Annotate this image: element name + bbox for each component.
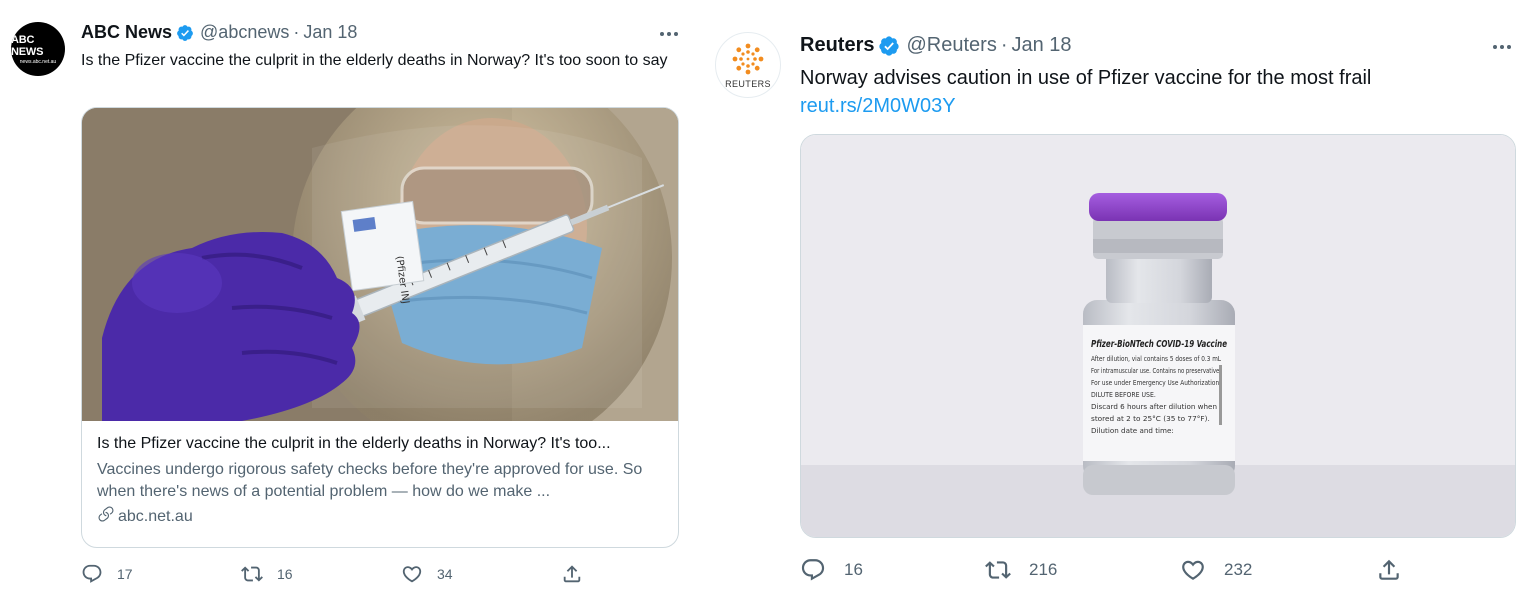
vial-label-title: Pfizer-BioNTech COVID-19 Vaccine	[1091, 339, 1227, 350]
retweet-button[interactable]: 216	[985, 557, 1057, 583]
vial-label-line: For intramuscular use. Contains no prese…	[1091, 367, 1221, 375]
reuters-dots-icon	[732, 43, 764, 74]
vial-label-line: After dilution, vial contains 5 doses of…	[1091, 355, 1221, 363]
tweet-date[interactable]: Jan 18	[1012, 34, 1072, 57]
tweet-abc-news[interactable]: ABC NEWS news.abc.net.au ABC News @abcne…	[0, 0, 690, 600]
tweet-reuters[interactable]: REUTERS Reuters @Reuters · Jan 18 Norway…	[700, 18, 1536, 600]
vial-label-line: For use under Emergency Use Authorizatio…	[1091, 379, 1221, 387]
more-icon[interactable]	[660, 32, 678, 36]
share-button[interactable]	[561, 563, 583, 585]
tweet-link[interactable]: reut.rs/2M0W03Y	[800, 92, 1500, 120]
separator: ·	[293, 22, 300, 42]
verified-badge-icon	[176, 24, 194, 42]
verified-badge-icon	[878, 35, 900, 57]
retweet-icon	[241, 563, 263, 585]
vial-label-line: DILUTE BEFORE USE.	[1091, 391, 1156, 399]
card-title: Is the Pfizer vaccine the culprit in the…	[97, 435, 611, 452]
reply-button[interactable]: 16	[800, 557, 863, 583]
separator: ·	[1000, 34, 1008, 56]
tweet-header: ABC News @abcnews · Jan 18	[81, 22, 357, 43]
card-description: Vaccines undergo rigorous safety checks …	[97, 461, 643, 500]
retweet-button[interactable]: 16	[241, 563, 293, 585]
logo-text: ABC NEWS	[11, 33, 44, 58]
reply-count: 16	[844, 560, 863, 579]
link-icon	[97, 505, 115, 528]
vial-label-line: Dilution date and time:	[1091, 427, 1174, 435]
vaccine-vial-image: Pfizer-BioNTech COVID-19 Vaccine After d…	[801, 135, 1515, 537]
like-icon	[401, 563, 423, 585]
vial-label-line: stored at 2 to 25°C (35 to 77°F).	[1091, 415, 1210, 423]
tweet-date[interactable]: Jan 18	[303, 22, 357, 43]
tweet-text: Norway advises caution in use of Pfizer …	[800, 67, 1372, 89]
avatar[interactable]: ABC NEWS news.abc.net.au	[11, 22, 65, 76]
account-name[interactable]: Reuters	[800, 34, 874, 57]
like-icon	[1180, 557, 1206, 583]
card-image: (Pfizer INJ	[82, 108, 678, 421]
abc-news-logo: ABC NEWS news.abc.net.au	[11, 22, 65, 76]
card-meta: Is the Pfizer vaccine the culprit in the…	[97, 433, 663, 528]
handle[interactable]: @Reuters	[906, 34, 996, 57]
like-button[interactable]: 232	[1180, 557, 1252, 583]
more-icon[interactable]	[1493, 45, 1511, 49]
account-name[interactable]: ABC News	[81, 22, 172, 43]
reply-icon	[81, 563, 103, 585]
like-count: 232	[1224, 560, 1253, 579]
card-domain-text: abc.net.au	[118, 507, 193, 525]
like-count: 34	[437, 566, 453, 582]
tweet-text: Is the Pfizer vaccine the culprit in the…	[81, 52, 668, 69]
retweet-icon	[985, 557, 1011, 583]
reuters-logo: REUTERS	[716, 33, 780, 97]
logo-subtext: news.abc.net.au	[19, 58, 57, 65]
tweet-header: Reuters @Reuters · Jan 18	[800, 34, 1072, 57]
link-card[interactable]: (Pfizer INJ Is the Pfizer vaccine the cu…	[81, 107, 679, 548]
card-domain: abc.net.au	[97, 505, 663, 528]
reply-count: 17	[117, 566, 133, 582]
avatar[interactable]: REUTERS	[715, 32, 781, 98]
media-card[interactable]: Pfizer-BioNTech COVID-19 Vaccine After d…	[800, 134, 1516, 538]
like-button[interactable]: 34	[401, 563, 453, 585]
reply-icon	[800, 557, 826, 583]
vial-label-line: Discard 6 hours after dilution when	[1091, 403, 1217, 411]
retweet-count: 16	[277, 566, 293, 582]
handle[interactable]: @abcnews	[200, 22, 289, 43]
share-icon	[1376, 557, 1402, 583]
column-divider	[690, 0, 700, 600]
share-icon	[561, 563, 583, 585]
share-button[interactable]	[1376, 557, 1402, 583]
logo-text: REUTERS	[725, 78, 771, 89]
reply-button[interactable]: 17	[81, 563, 133, 585]
retweet-count: 216	[1029, 560, 1058, 579]
tweet-body: Norway advises caution in use of Pfizer …	[800, 64, 1500, 120]
